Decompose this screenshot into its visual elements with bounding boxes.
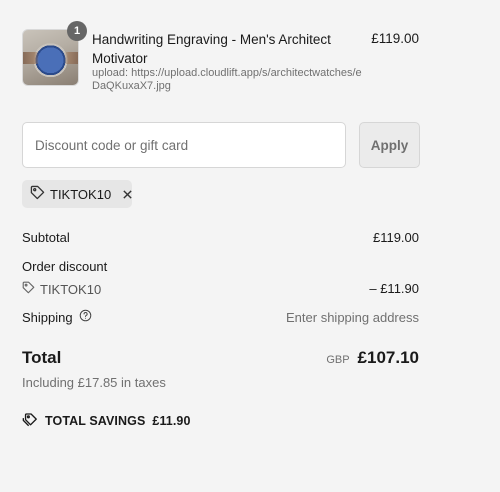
savings-value: £11.90 [152,414,191,428]
product-price: £119.00 [371,31,419,46]
tax-note: Including £17.85 in taxes [22,375,166,390]
order-discount-label: Order discount [22,259,108,274]
savings-tag-icon [22,412,38,430]
apply-discount-button[interactable]: Apply [359,122,420,168]
subtotal-label: Subtotal [22,230,70,245]
subtotal-value: £119.00 [372,230,419,245]
quantity-badge: 1 [67,21,87,41]
total-amount: £107.10 [357,348,419,367]
order-discount-code: TIKTOK10 [40,281,102,297]
savings-label: TOTAL SAVINGS [45,414,146,428]
product-upload-meta: upload: https://upload.cloudlift.app/s/a… [92,67,362,92]
help-circle-icon[interactable] [79,309,92,325]
tag-icon [30,185,45,203]
close-icon[interactable] [122,189,133,200]
tag-icon [22,281,35,297]
applied-discount-code: TIKTOK10 [50,186,112,202]
discount-code-input[interactable] [22,122,346,168]
currency-code: GBP [326,354,350,366]
total-savings: TOTAL SAVINGS £11.90 [22,412,191,430]
product-thumbnail-wrapper: 1 [22,21,87,86]
shipping-row: Shipping [22,309,92,325]
applied-discount-chip: TIKTOK10 [22,180,132,208]
shipping-value: Enter shipping address [286,310,419,325]
total-label: Total [22,348,62,367]
shipping-label: Shipping [22,309,73,325]
order-discount-code-line: TIKTOK10 [22,281,101,297]
order-discount-value: – £11.90 [369,281,419,296]
product-title: Handwriting Engraving - Men's Architect … [92,32,331,66]
total-value-group: GBP £107.10 [326,348,419,368]
